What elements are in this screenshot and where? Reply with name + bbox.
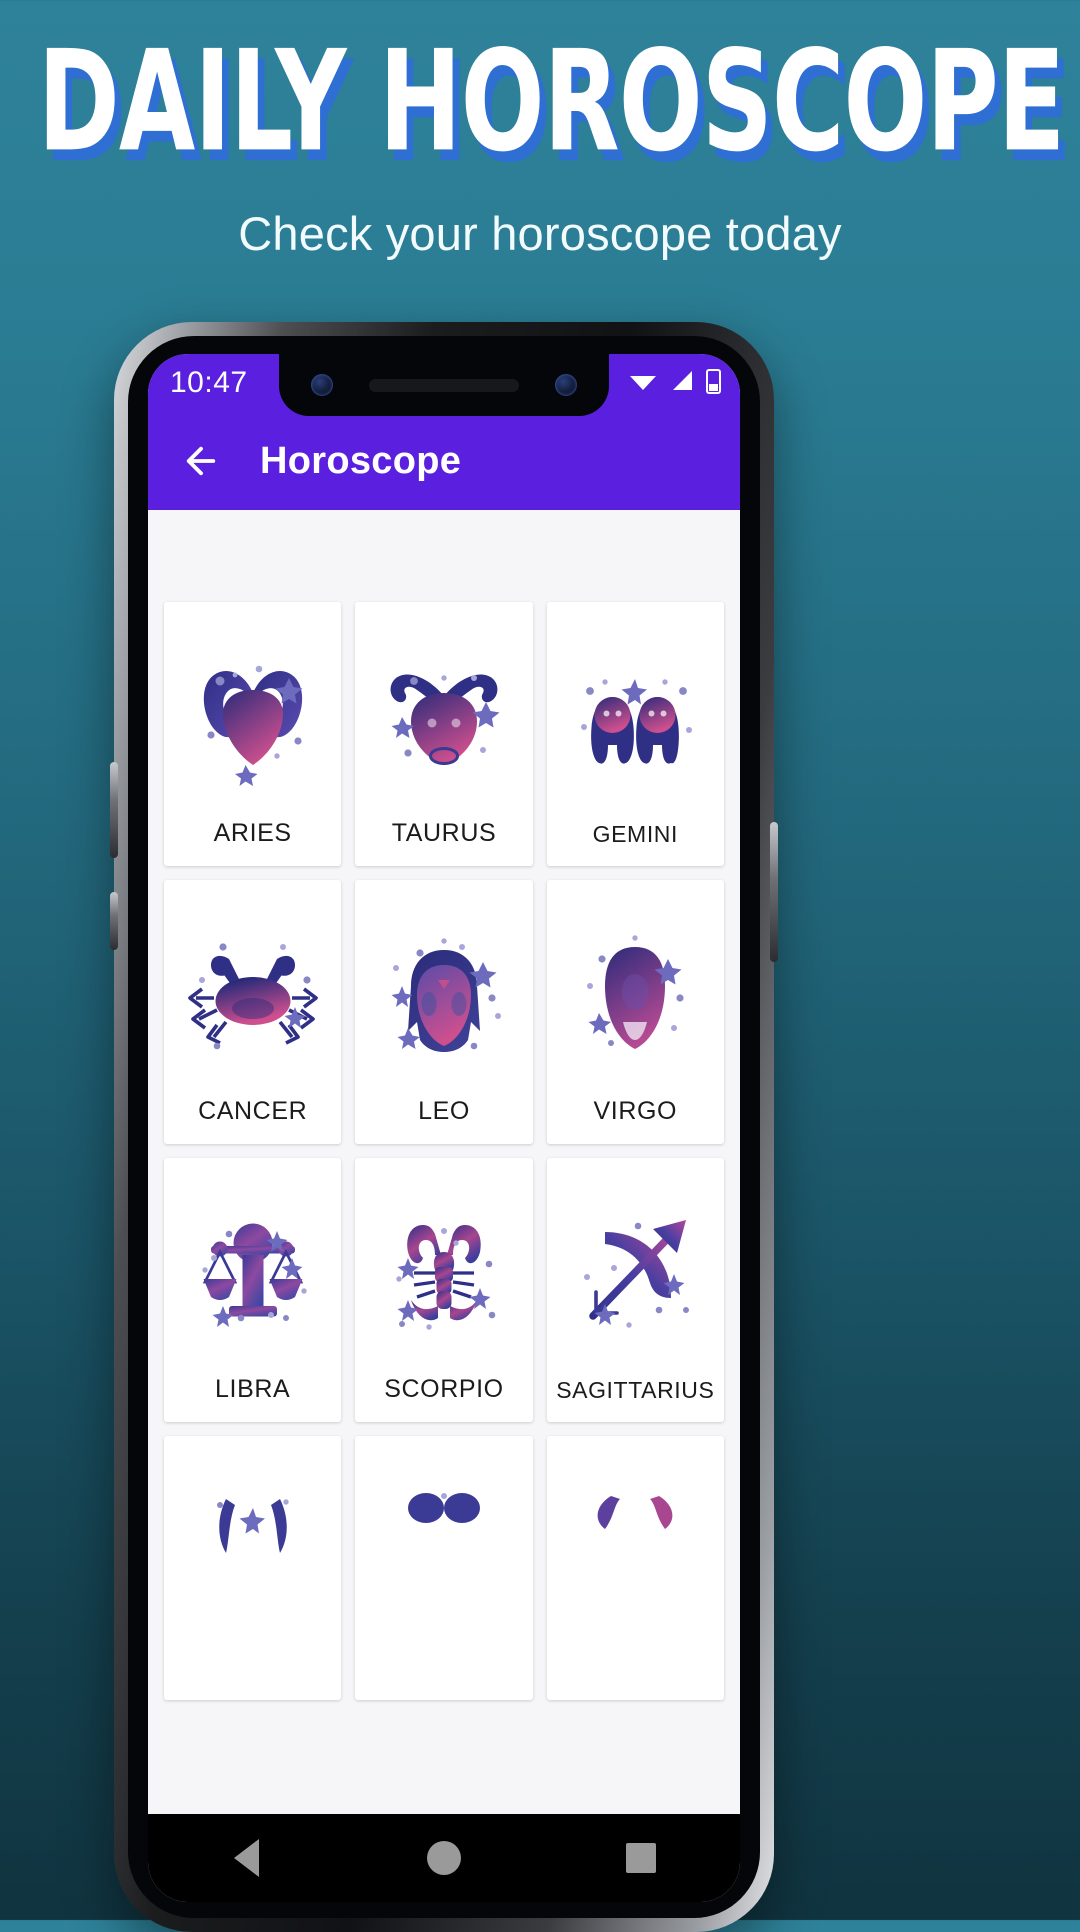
zodiac-card-libra[interactable]: LIBRA (164, 1158, 342, 1422)
zodiac-grid-container[interactable]: ARIES TAURUS GEMINI CANCER LEO VIRGO LIB… (148, 510, 740, 1814)
zodiac-card-aquarius[interactable] (355, 1436, 533, 1700)
square-recents-icon (626, 1843, 657, 1873)
zodiac-card-gemini[interactable]: GEMINI (546, 602, 724, 866)
circle-home-icon (426, 1841, 461, 1875)
power-button[interactable] (770, 822, 778, 962)
nav-home-button[interactable] (409, 1823, 479, 1893)
phone-screen: 10:47 Horoscope ARIES TAURUS GEMINI CANC… (148, 354, 740, 1902)
aquarius-water-bearer-icon (355, 1436, 532, 1682)
capricorn-goat-icon (164, 1436, 341, 1682)
pisces-fish-icon (547, 1436, 724, 1682)
promo-header: DAILY HOROSCOPE Check your horoscope tod… (0, 0, 1080, 261)
zodiac-card-label: TAURUS (391, 819, 497, 847)
zodiac-card-sagittarius[interactable]: SAGITTARIUS (546, 1158, 724, 1422)
zodiac-card-virgo[interactable]: VIRGO (546, 880, 724, 1144)
zodiac-card-label: LIBRA (215, 1375, 291, 1403)
volume-down-button[interactable] (110, 892, 118, 950)
zodiac-card-label: ARIES (213, 819, 292, 847)
signal-icon (669, 369, 695, 398)
android-nav-bar (148, 1814, 740, 1902)
promo-title: DAILY HOROSCOPE (37, 19, 1065, 183)
leo-lion-icon (355, 880, 532, 1097)
front-camera-icon (311, 374, 333, 396)
page-title: Horoscope (260, 439, 462, 482)
sensor-icon (555, 374, 577, 396)
volume-up-button[interactable] (110, 762, 118, 858)
taurus-bull-icon (355, 602, 532, 819)
triangle-back-icon (234, 1839, 260, 1877)
zodiac-card-scorpio[interactable]: SCORPIO (355, 1158, 533, 1422)
zodiac-grid: ARIES TAURUS GEMINI CANCER LEO VIRGO LIB… (148, 510, 740, 1700)
promo-subtitle: Check your horoscope today (238, 207, 842, 260)
status-bar: 10:47 (148, 354, 740, 416)
zodiac-card-label: CANCER (198, 1097, 308, 1125)
status-bar-clock: 10:47 (170, 366, 248, 399)
libra-scales-icon (164, 1158, 341, 1375)
zodiac-card-label: VIRGO (593, 1097, 678, 1125)
wifi-icon (628, 369, 658, 398)
app-bar: Horoscope (148, 412, 740, 510)
battery-icon (706, 368, 722, 399)
phone-notch (279, 354, 609, 416)
sagittarius-bow-icon (547, 1158, 724, 1377)
earpiece-speaker (369, 378, 519, 392)
zodiac-card-aries[interactable]: ARIES (164, 602, 342, 866)
nav-recents-button[interactable] (606, 1823, 676, 1893)
phone-mockup: 10:47 Horoscope ARIES TAURUS GEMINI CANC… (110, 322, 778, 1932)
zodiac-card-label: GEMINI (592, 821, 679, 847)
scorpio-scorpion-icon (355, 1158, 532, 1375)
zodiac-card-label: LEO (418, 1097, 470, 1125)
zodiac-card-capricorn[interactable] (164, 1436, 342, 1700)
zodiac-card-label: SCORPIO (384, 1375, 504, 1403)
zodiac-card-label: SAGITTARIUS (556, 1377, 715, 1403)
zodiac-card-taurus[interactable]: TAURUS (355, 602, 533, 866)
gemini-twins-icon (547, 602, 724, 821)
virgo-maiden-icon (547, 880, 724, 1097)
zodiac-card-leo[interactable]: LEO (355, 880, 533, 1144)
cancer-crab-icon (164, 880, 341, 1097)
aries-ram-icon (164, 602, 341, 819)
zodiac-card-cancer[interactable]: CANCER (164, 880, 342, 1144)
zodiac-card-pisces[interactable] (546, 1436, 724, 1700)
nav-back-button[interactable] (212, 1823, 282, 1893)
arrow-left-icon[interactable] (178, 438, 224, 484)
